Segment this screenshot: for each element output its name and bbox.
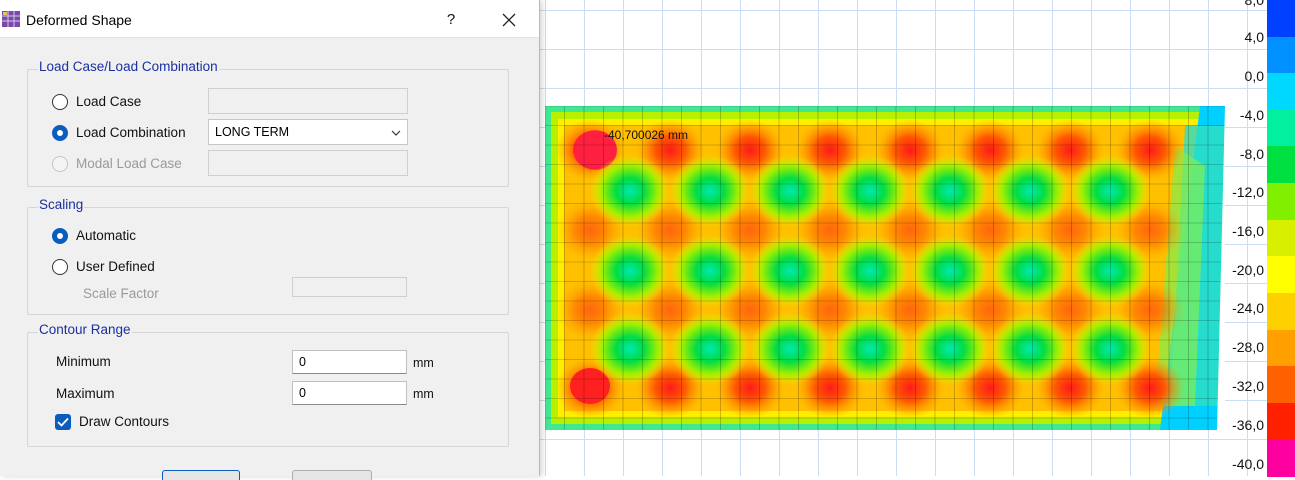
load-case-radio[interactable] (52, 94, 68, 110)
load-case-group-title: Load Case/Load Combination (38, 59, 219, 74)
cancel-button[interactable] (292, 470, 372, 480)
automatic-label: Automatic (76, 228, 137, 243)
help-button[interactable]: ? (436, 6, 466, 34)
dialog-title: Deformed Shape (26, 12, 132, 28)
automatic-radio[interactable] (52, 228, 68, 244)
contour-range-group-title: Contour Range (38, 322, 132, 337)
legend-label: 0,0 (1244, 68, 1264, 84)
modal-load-case-input (209, 151, 407, 175)
legend-swatch (1267, 402, 1295, 441)
scale-factor-field (292, 277, 407, 297)
legend-label: -28,0 (1232, 339, 1264, 355)
dialog-titlebar[interactable]: Deformed Shape ? (0, 0, 539, 38)
modal-load-case-field (208, 150, 408, 176)
legend-labels: 8,0 4,0 0,0 -4,0 -8,0 -12,0 -16,0 -20,0 … (1212, 0, 1266, 476)
deformed-slab-contour (545, 106, 1225, 430)
modal-load-case-label: Modal Load Case (76, 156, 182, 171)
legend-swatch (1267, 0, 1295, 38)
legend-label: -20,0 (1232, 262, 1264, 278)
load-case-field (208, 88, 408, 114)
maximum-label: Maximum (56, 386, 115, 401)
legend-swatch (1267, 183, 1295, 221)
legend-swatch (1267, 366, 1295, 404)
ok-button[interactable] (162, 470, 240, 480)
load-combination-label: Load Combination (76, 125, 186, 140)
legend-label: -4,0 (1239, 107, 1264, 123)
legend-swatch (1267, 292, 1295, 331)
legend-swatch (1267, 219, 1295, 258)
modal-load-case-radio[interactable] (52, 156, 68, 172)
scale-factor-label: Scale Factor (83, 286, 159, 301)
load-combination-value: LONG TERM (215, 125, 290, 139)
legend-label: -8,0 (1239, 146, 1264, 162)
legend-swatch (1267, 329, 1295, 368)
close-button[interactable] (494, 6, 524, 34)
checkmark-icon (57, 417, 69, 427)
draw-contours-label: Draw Contours (79, 414, 170, 429)
minimum-input[interactable] (293, 351, 406, 373)
load-case-input (209, 89, 407, 113)
legend-color-bar (1267, 0, 1295, 477)
load-combination-radio[interactable] (52, 125, 68, 141)
legend-swatch (1267, 439, 1295, 477)
legend-swatch (1267, 146, 1295, 185)
scaling-group-title: Scaling (38, 197, 85, 212)
load-combination-select[interactable]: LONG TERM (208, 119, 408, 145)
legend-label: 8,0 (1244, 0, 1264, 8)
legend-label: -32,0 (1232, 378, 1264, 394)
deformed-shape-dialog: Deformed Shape ? Load Case/Load Combinat… (0, 0, 540, 480)
minimum-field[interactable] (292, 350, 407, 374)
legend-label: 4,0 (1244, 29, 1264, 45)
maximum-input[interactable] (293, 382, 406, 404)
legend-swatch (1267, 256, 1295, 294)
maximum-field[interactable] (292, 381, 407, 405)
load-case-label: Load Case (76, 94, 142, 109)
app-icon (2, 11, 20, 27)
chevron-down-icon (391, 130, 401, 136)
minimum-unit: mm (413, 356, 434, 370)
close-icon (502, 13, 516, 27)
max-deflection-label: -40,700026 mm (604, 128, 689, 142)
scale-factor-input (293, 278, 406, 296)
maximum-unit: mm (413, 387, 434, 401)
draw-contours-checkbox[interactable] (55, 414, 71, 430)
legend-label: -16,0 (1232, 223, 1264, 239)
user-defined-label: User Defined (76, 259, 155, 274)
legend-swatch (1267, 36, 1295, 75)
minimum-label: Minimum (56, 354, 111, 369)
legend-label: -36,0 (1232, 417, 1264, 433)
legend-label: -40,0 (1232, 456, 1264, 472)
user-defined-radio[interactable] (52, 259, 68, 275)
legend-swatch (1267, 73, 1295, 111)
legend-swatch (1267, 109, 1295, 148)
legend-label: -12,0 (1232, 184, 1264, 200)
legend-label: -24,0 (1232, 300, 1264, 316)
